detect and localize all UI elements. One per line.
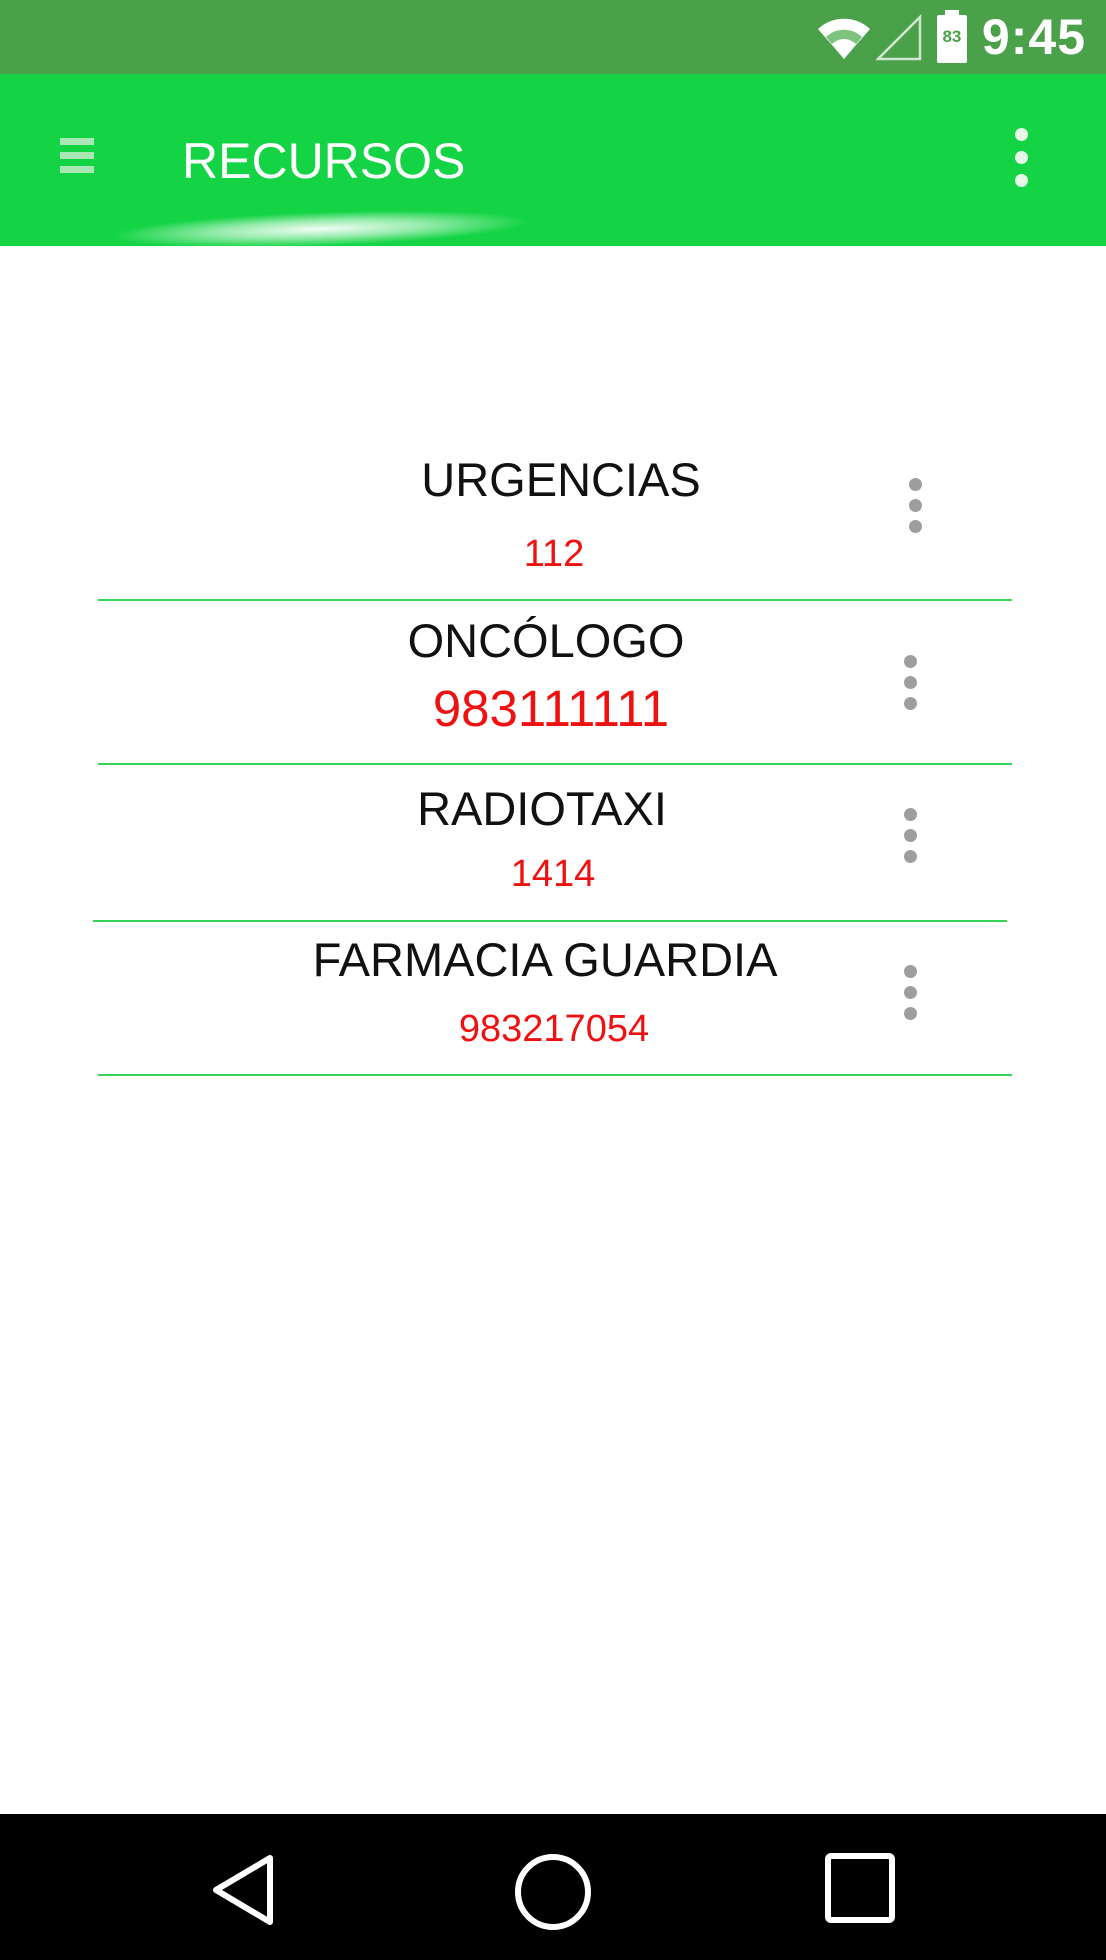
- more-vertical-icon[interactable]: [903, 478, 927, 534]
- list-item[interactable]: URGENCIAS 112: [0, 246, 1106, 602]
- recents-icon[interactable]: [824, 1852, 896, 1924]
- resource-name: ONCÓLOGO: [407, 614, 685, 667]
- back-icon[interactable]: [208, 1852, 278, 1928]
- list-item[interactable]: ONCÓLOGO 983111111: [0, 601, 1106, 766]
- app-bar: RECURSOS: [0, 74, 1106, 246]
- divider: [98, 1074, 1012, 1076]
- page-title: RECURSOS: [182, 133, 466, 189]
- battery-icon: 83: [936, 9, 968, 65]
- hamburger-menu-icon[interactable]: [60, 138, 94, 182]
- more-vertical-icon[interactable]: [898, 965, 922, 1021]
- resource-phone[interactable]: 983217054: [0, 1008, 1106, 1051]
- resource-phone[interactable]: 112: [0, 533, 1106, 576]
- home-icon[interactable]: [512, 1852, 594, 1934]
- list-item[interactable]: FARMACIA GUARDIA 983217054: [0, 922, 1106, 1077]
- list-item[interactable]: RADIOTAXI 1414: [0, 765, 1106, 922]
- more-vertical-icon[interactable]: [1006, 128, 1036, 192]
- signal-icon: [875, 13, 922, 61]
- more-vertical-icon[interactable]: [898, 808, 922, 864]
- more-vertical-icon[interactable]: [898, 655, 922, 711]
- resource-phone[interactable]: 1414: [0, 853, 1106, 896]
- wifi-icon: [817, 18, 870, 59]
- clock: 9:45: [981, 9, 1086, 65]
- navigation-bar: [0, 1814, 1106, 1960]
- resource-name: FARMACIA GUARDIA: [312, 933, 778, 986]
- resource-phone[interactable]: 983111111: [0, 679, 1102, 738]
- resource-name: URGENCIAS: [421, 453, 701, 506]
- status-bar: 83 9:45: [0, 0, 1106, 74]
- status-icons: 83 9:45: [816, 8, 1086, 66]
- battery-level: 83: [942, 27, 962, 46]
